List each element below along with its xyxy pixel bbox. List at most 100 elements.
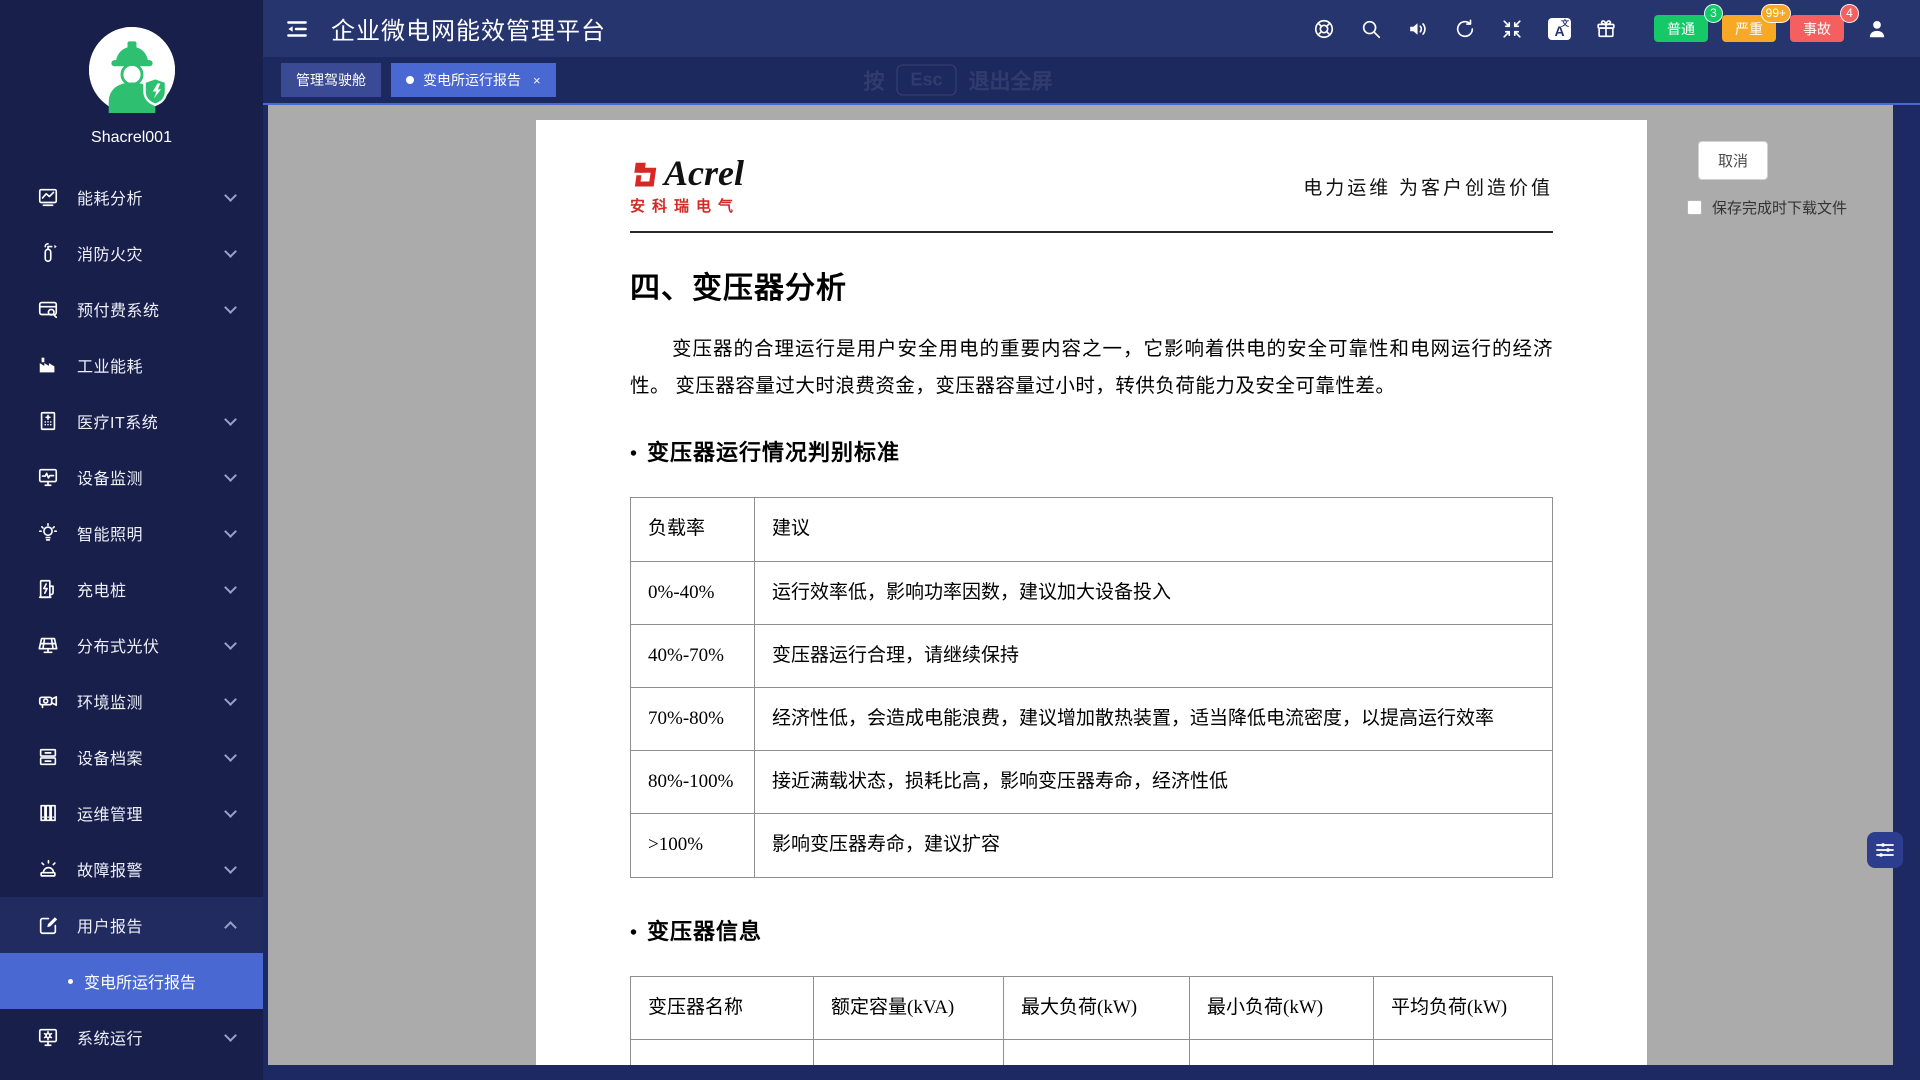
bullet-dot-icon [68, 979, 73, 984]
sidebar-item-environment-monitoring[interactable]: 环境监测 [0, 673, 263, 729]
archive-icon [37, 746, 59, 768]
sidebar-item-ops-management[interactable]: 运维管理 [0, 785, 263, 841]
solar-icon [37, 634, 59, 656]
sidebar-item-energy-analysis[interactable]: 能耗分析 [0, 169, 263, 225]
column-header: 最小负荷(kW) [1190, 976, 1374, 1039]
chevron-down-icon [224, 525, 237, 538]
report-settings-button[interactable] [1867, 832, 1903, 868]
table-header-row: 变压器名称额定容量(kVA)最大负荷(kW)最小负荷(kW)平均负荷(kW) [631, 976, 1553, 1039]
download-checkbox-row[interactable]: 保存完成时下载文件 [1687, 197, 1847, 218]
column-header: 额定容量(kVA) [814, 976, 1004, 1039]
username: Shacrel001 [0, 129, 263, 147]
sound-icon[interactable] [1407, 18, 1429, 40]
sidebar-subitem-label: 变电所运行报告 [84, 969, 196, 993]
sidebar-item-label: 充电桩 [77, 577, 226, 601]
table-row: >100%影响变压器寿命，建议扩容 [631, 814, 1553, 877]
sidebar-item-medical-it[interactable]: 医疗IT系统 [0, 393, 263, 449]
column-header: 最大负荷(kW) [1004, 976, 1190, 1039]
sidebar-item-label: 故障报警 [77, 857, 226, 881]
header-rule [630, 231, 1553, 233]
exit-fullscreen-icon[interactable] [1501, 18, 1523, 40]
chevron-down-icon [224, 693, 237, 706]
alarm-button-severe[interactable]: 严重 99+ [1722, 15, 1776, 42]
tab-substation-report[interactable]: 变电所运行报告 × [391, 63, 556, 97]
criteria-table: 负载率建议 0%-40%运行效率低，影响功率因数，建议加大设备投入40%-70%… [630, 497, 1553, 877]
sidebar-item-industrial-energy[interactable]: 工业能耗 [0, 337, 263, 393]
lighting-icon [37, 522, 59, 544]
chevron-down-icon [224, 749, 237, 762]
alarm-label: 事故 [1803, 21, 1831, 37]
tab-label: 管理驾驶舱 [296, 70, 366, 90]
alarm-button-accident[interactable]: 事故 4 [1790, 15, 1844, 42]
chevron-down-icon [224, 637, 237, 650]
chevron-down-icon [224, 301, 237, 314]
sidebar-item-label: 用户报告 [77, 913, 226, 937]
table-row: 80%-100%接近满载状态，损耗比高，影响变压器寿命，经济性低 [631, 751, 1553, 814]
sidebar-item-label: 环境监测 [77, 689, 226, 713]
chevron-up-icon [224, 921, 237, 934]
section-paragraph: 变压器的合理运行是用户安全用电的重要内容之一，它影响着供电的安全可靠性和电网运行… [630, 331, 1553, 405]
sidebar-item-device-archive[interactable]: 设备档案 [0, 729, 263, 785]
sidebar-item-fire-safety[interactable]: 消防火灾 [0, 225, 263, 281]
sidebar-item-user-report[interactable]: 用户报告 [0, 897, 263, 953]
chevron-down-icon [224, 413, 237, 426]
search-icon[interactable] [1360, 18, 1382, 40]
environment-icon [37, 690, 59, 712]
download-checkbox-label: 保存完成时下载文件 [1712, 197, 1847, 218]
column-header: 平均负荷(kW) [1374, 976, 1553, 1039]
chevron-down-icon [224, 189, 237, 202]
chevron-down-icon [224, 1029, 237, 1042]
table-row [631, 1039, 1553, 1065]
topbar-tools: A文 普通 3 严重 99+ 事故 4 [1288, 15, 1888, 42]
alarm-button-normal[interactable]: 普通 3 [1654, 15, 1708, 42]
tabbar: 管理驾驶舱 变电所运行报告 × 按 Esc 退出全屏 [263, 57, 1920, 105]
sidebar-subitem-substation-report[interactable]: 变电所运行报告 [0, 953, 263, 1009]
sidebar-item-ev-charging[interactable]: 充电桩 [0, 561, 263, 617]
gift-icon[interactable] [1595, 18, 1617, 40]
collapse-menu-icon[interactable] [284, 16, 310, 42]
report-icon [37, 914, 59, 936]
tab-close-icon[interactable]: × [533, 73, 541, 88]
sidebar-item-prepaid-system[interactable]: 预付费系统 [0, 281, 263, 337]
chevron-down-icon [224, 805, 237, 818]
download-checkbox[interactable] [1687, 200, 1702, 215]
chevron-down-icon [224, 861, 237, 874]
sliders-icon [1873, 838, 1897, 862]
acrel-logo-icon [630, 159, 660, 189]
avatar [89, 27, 175, 113]
table-row: 40%-70%变压器运行合理，请继续保持 [631, 624, 1553, 687]
report-document-page: Acrel 安科瑞电气 电力运维 为客户创造价值 四、变压器分析 变压器的合理运… [536, 120, 1647, 1065]
table-header-row: 负载率建议 [631, 498, 1553, 561]
user-icon[interactable] [1866, 18, 1888, 40]
sidebar-item-label: 消防火灾 [77, 241, 226, 265]
esc-key: Esc [896, 65, 956, 96]
sidebar-item-label: 能耗分析 [77, 185, 226, 209]
sidebar-item-fault-alarm[interactable]: 故障报警 [0, 841, 263, 897]
alarm-icon [37, 858, 59, 880]
sidebar-item-label: 系统运行 [77, 1025, 226, 1049]
brand-chinese-name: 安科瑞电气 [630, 195, 744, 216]
tab-dashboard[interactable]: 管理驾驶舱 [281, 63, 381, 97]
sidebar-item-distributed-pv[interactable]: 分布式光伏 [0, 617, 263, 673]
sidebar-item-label: 预付费系统 [77, 297, 226, 321]
sidebar: Shacrel001 能耗分析 消防火灾 预付费系统 工业能耗 医疗IT系统 设… [0, 0, 263, 1080]
column-header: 负载率 [631, 498, 755, 561]
cancel-button[interactable]: 取消 [1698, 141, 1768, 180]
workspace: Acrel 安科瑞电气 电力运维 为客户创造价值 四、变压器分析 变压器的合理运… [263, 105, 1920, 1080]
sidebar-item-label: 医疗IT系统 [77, 409, 226, 433]
translate-icon[interactable]: A文 [1548, 18, 1570, 40]
sidebar-item-smart-lighting[interactable]: 智能照明 [0, 505, 263, 561]
alarm-count-badge: 3 [1704, 4, 1723, 23]
sidebar-item-system-run[interactable]: 系统运行 [0, 1009, 263, 1065]
sidebar-item-device-monitoring[interactable]: 设备监测 [0, 449, 263, 505]
alarm-label: 严重 [1735, 21, 1763, 37]
main-area: 企业微电网能效管理平台 A文 普通 3 严重 99+ 事故 4 管理驾驶舱 [263, 0, 1920, 1080]
system-icon [37, 1026, 59, 1048]
charger-icon [37, 578, 59, 600]
sidebar-item-label: 设备档案 [77, 745, 226, 769]
sidebar-item-label: 设备监测 [77, 465, 226, 489]
column-header: 建议 [755, 498, 1553, 561]
refresh-icon[interactable] [1454, 18, 1476, 40]
help-icon[interactable] [1313, 18, 1335, 40]
alarm-count-badge: 4 [1840, 4, 1859, 23]
